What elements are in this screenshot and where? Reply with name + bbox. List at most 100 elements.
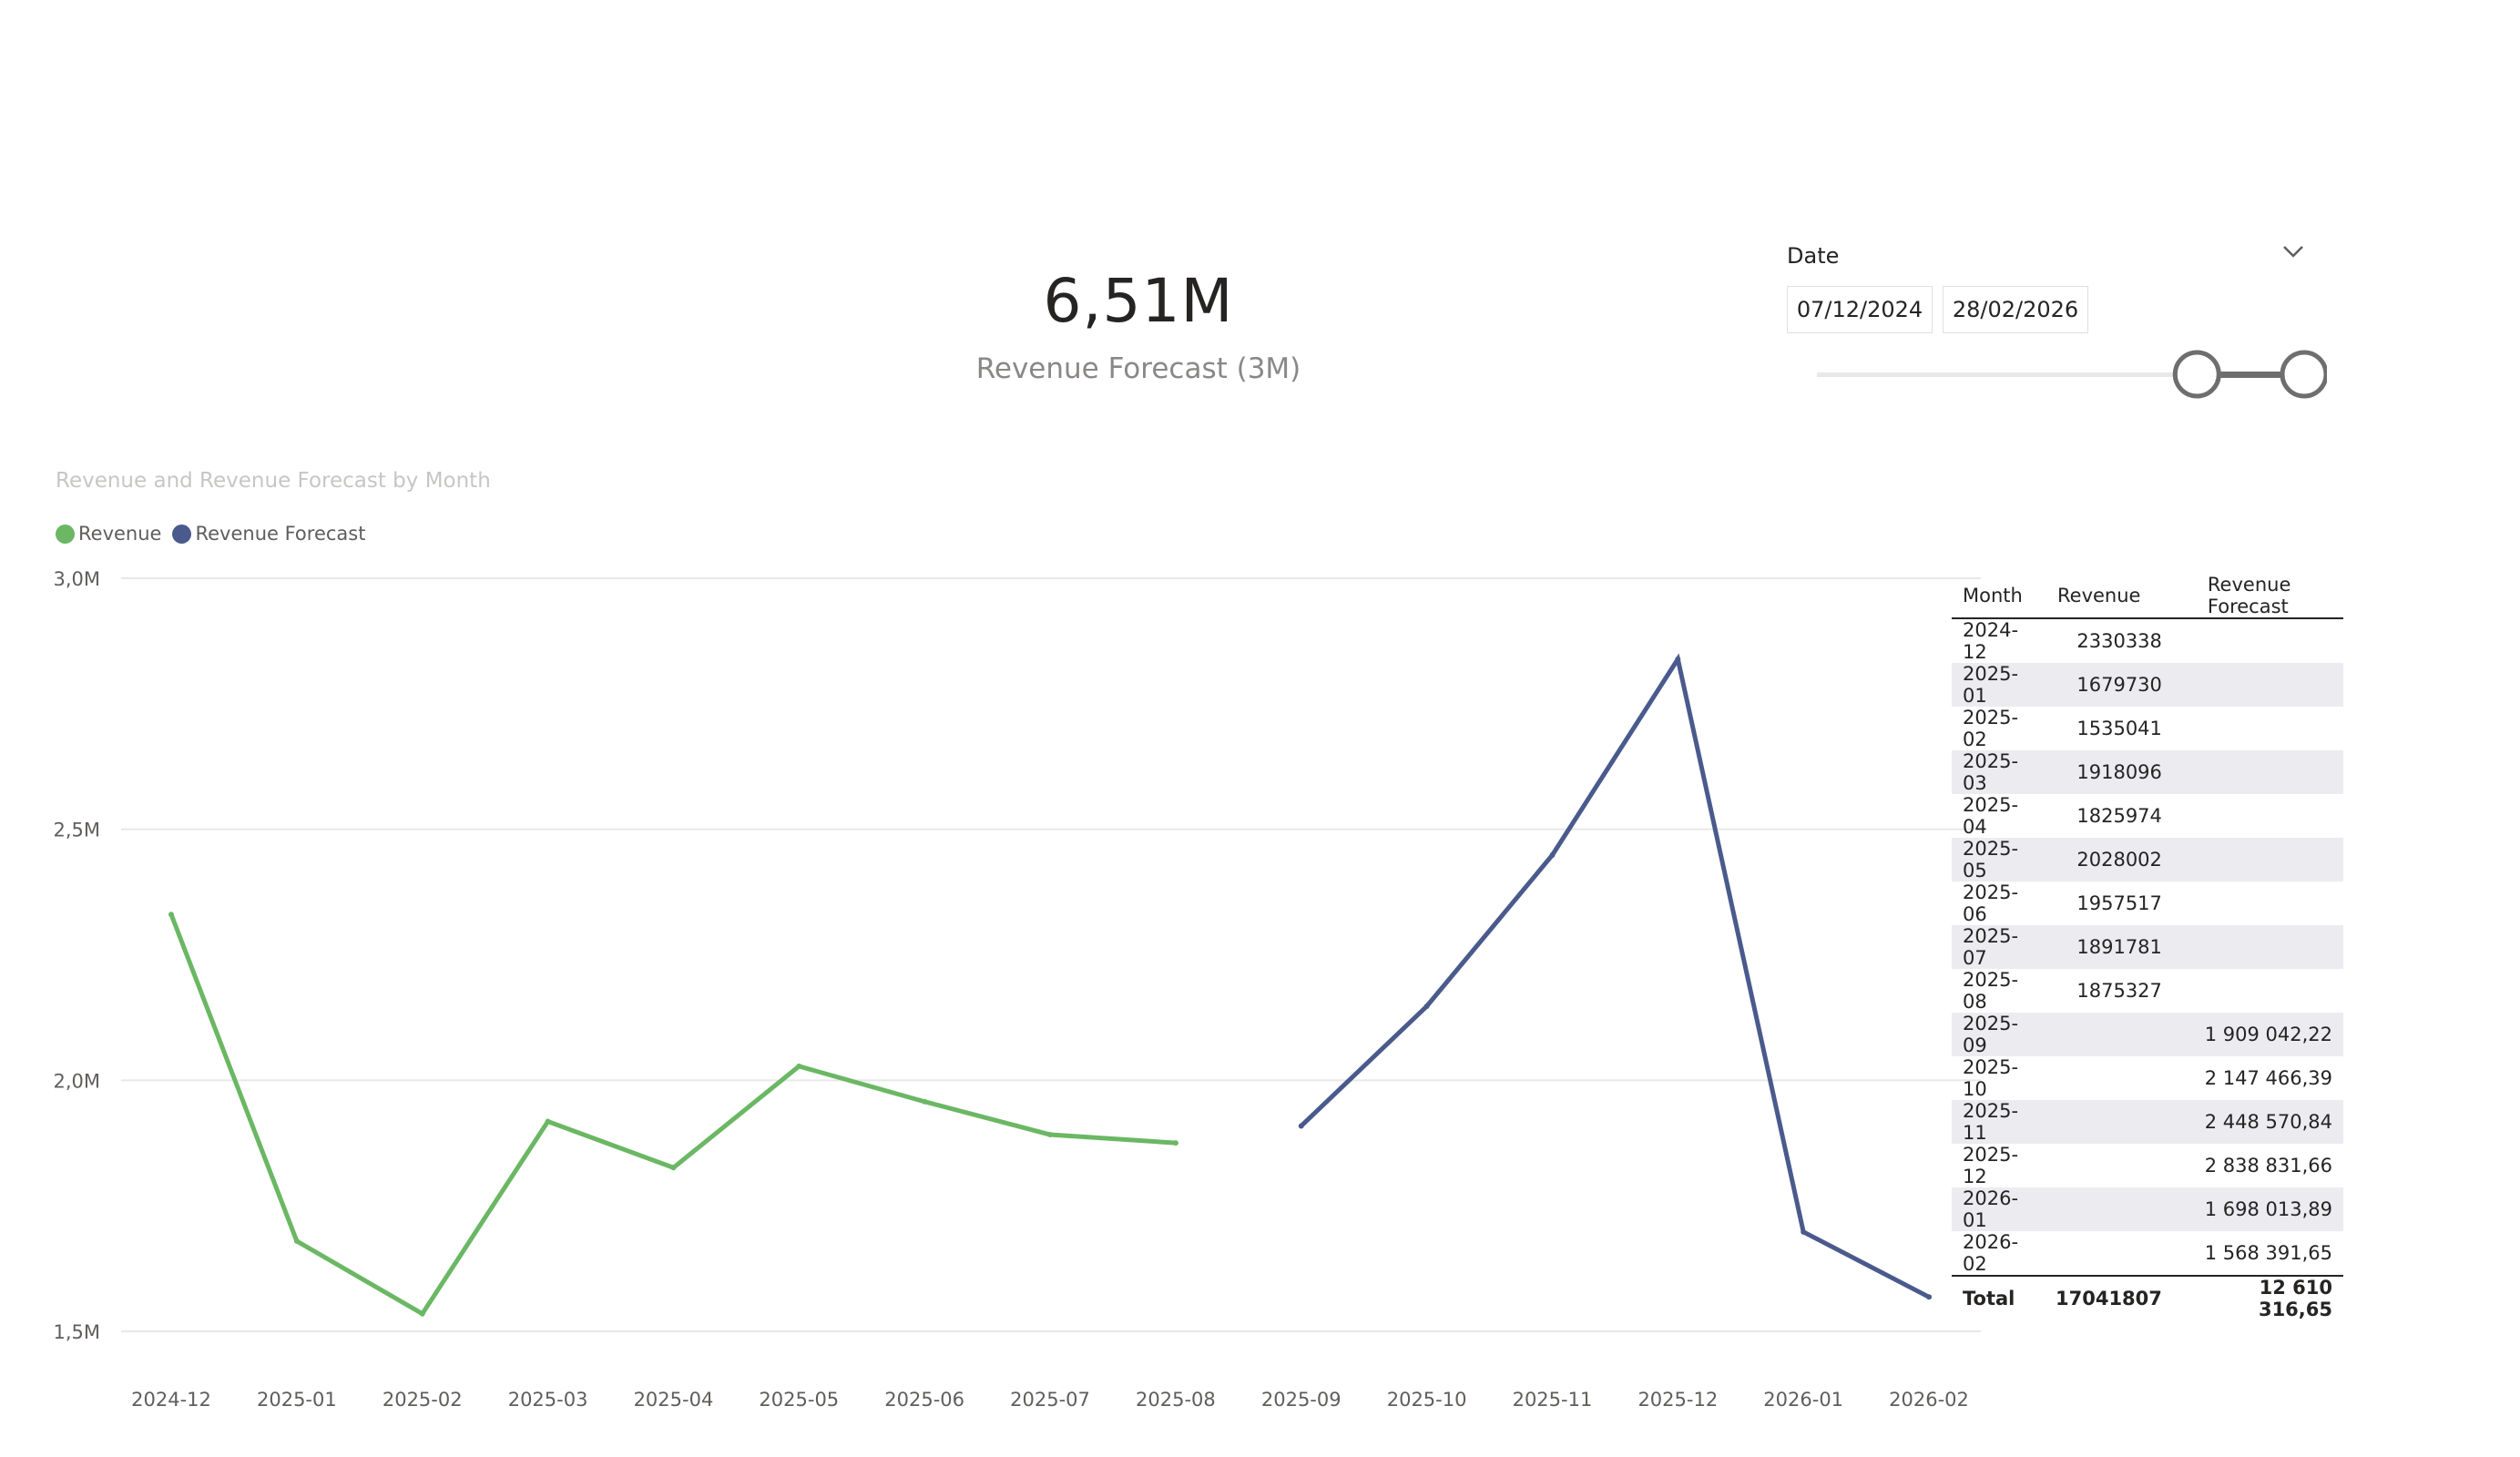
revenue-forecast-line[interactable] bbox=[1300, 653, 1931, 1299]
cell-revenue bbox=[2045, 1144, 2178, 1187]
data-point[interactable] bbox=[670, 1165, 677, 1171]
data-point[interactable] bbox=[1926, 1294, 1933, 1300]
table-row[interactable]: 2025-01 1679730 bbox=[1952, 663, 2343, 707]
cell-forecast: 1 568 391,65 bbox=[2204, 1242, 2332, 1264]
x-tick-label: 2025-06 bbox=[884, 1389, 964, 1411]
table-row[interactable]: 2025-09 1 909 042,22 bbox=[1952, 1013, 2343, 1056]
col-header-forecast[interactable]: Revenue Forecast bbox=[2178, 574, 2343, 619]
cell-forecast bbox=[2178, 618, 2343, 663]
data-point[interactable] bbox=[293, 1238, 300, 1244]
cell-revenue: 2330338 bbox=[2076, 630, 2162, 652]
table-body: 2024-12 2330338 2025-01 1679730 2025-02 15350… bbox=[1952, 618, 2343, 1276]
table-row[interactable]: 2025-11 2 448 570,84 bbox=[1952, 1100, 2343, 1144]
cell-revenue: 2028002 bbox=[2045, 838, 2178, 881]
table-row[interactable]: 2025-10 2 147 466,39 bbox=[1952, 1056, 2343, 1100]
y-tick-label: 3,0M bbox=[53, 568, 100, 590]
cell-revenue: 1825974 bbox=[2076, 805, 2162, 827]
cell-revenue: 1957517 bbox=[2076, 892, 2162, 914]
table-row[interactable]: 2025-12 2 838 831,66 bbox=[1952, 1144, 2343, 1187]
y-tick-label: 2,5M bbox=[53, 820, 100, 841]
cell-month: 2025-04 bbox=[1963, 794, 2019, 838]
cell-month: 2025-07 bbox=[1952, 925, 2045, 969]
table-row[interactable]: 2025-05 2028002 bbox=[1952, 838, 2343, 881]
cell-forecast bbox=[2178, 750, 2343, 794]
data-point[interactable] bbox=[1423, 1004, 1430, 1010]
col-header-month[interactable]: Month bbox=[1952, 574, 2045, 619]
x-tick-label: 2025-07 bbox=[1010, 1389, 1090, 1411]
data-point[interactable] bbox=[796, 1063, 802, 1069]
table-row[interactable]: 2025-04 1825974 bbox=[1952, 794, 2343, 838]
cell-revenue bbox=[2045, 1056, 2178, 1100]
data-point[interactable] bbox=[545, 1118, 551, 1125]
data-point[interactable] bbox=[922, 1098, 928, 1105]
total-label: Total bbox=[1952, 1275, 2045, 1320]
cell-month: 2026-01 bbox=[1952, 1187, 2045, 1231]
x-tick-label: 2025-04 bbox=[634, 1389, 714, 1411]
table-total-row: Total 17041807 12 610 316,65 bbox=[1952, 1275, 2343, 1320]
table-row[interactable]: 2026-02 1 568 391,65 bbox=[1952, 1231, 2343, 1276]
data-point[interactable] bbox=[1047, 1131, 1054, 1137]
x-tick-label: 2026-01 bbox=[1763, 1389, 1843, 1411]
cell-month: 2025-08 bbox=[1963, 969, 2019, 1013]
cell-forecast bbox=[2178, 707, 2343, 750]
cell-revenue: 1875327 bbox=[2076, 980, 2162, 1002]
cell-month: 2025-10 bbox=[1963, 1056, 2019, 1100]
x-tick-label: 2025-01 bbox=[257, 1389, 337, 1411]
cell-revenue bbox=[2045, 1013, 2178, 1056]
data-point[interactable] bbox=[419, 1310, 425, 1317]
cell-month: 2025-11 bbox=[1952, 1100, 2045, 1144]
table-row[interactable]: 2025-03 1918096 bbox=[1952, 750, 2343, 794]
table-row[interactable]: 2025-06 1957517 bbox=[1952, 881, 2343, 925]
data-point[interactable] bbox=[1801, 1228, 1807, 1235]
table-row[interactable]: 2025-07 1891781 bbox=[1952, 925, 2343, 969]
cell-month: 2025-03 bbox=[1952, 750, 2045, 794]
cell-month: 2025-01 bbox=[1952, 663, 2045, 707]
cell-revenue bbox=[2045, 1100, 2178, 1144]
table-row[interactable]: 2024-12 2330338 bbox=[1952, 618, 2343, 663]
cell-forecast bbox=[2178, 881, 2343, 925]
x-tick-label: 2026-02 bbox=[1889, 1389, 1969, 1411]
cell-month: 2025-09 bbox=[1952, 1013, 2045, 1056]
data-point[interactable] bbox=[1675, 656, 1681, 662]
cell-forecast: 2 147 466,39 bbox=[2204, 1067, 2332, 1089]
cell-forecast bbox=[2178, 969, 2343, 1013]
data-point[interactable] bbox=[1549, 852, 1556, 859]
table-row[interactable]: 2026-01 1 698 013,89 bbox=[1952, 1187, 2343, 1231]
cell-month: 2025-06 bbox=[1963, 881, 2019, 925]
cell-forecast: 2 448 570,84 bbox=[2178, 1100, 2343, 1144]
revenue-line[interactable] bbox=[168, 913, 1177, 1318]
data-point[interactable] bbox=[1298, 1123, 1304, 1129]
cell-month: 2025-02 bbox=[1963, 707, 2019, 750]
cell-month: 2025-12 bbox=[1963, 1144, 2019, 1187]
col-header-revenue[interactable]: Revenue bbox=[2045, 574, 2178, 619]
cell-revenue: 1918096 bbox=[2045, 750, 2178, 794]
x-tick-label: 2025-03 bbox=[508, 1389, 588, 1411]
x-tick-label: 2025-10 bbox=[1387, 1389, 1467, 1411]
data-point[interactable] bbox=[168, 912, 174, 918]
cell-revenue bbox=[2045, 1231, 2178, 1276]
x-tick-label: 2025-09 bbox=[1261, 1389, 1342, 1411]
cell-month: 2026-02 bbox=[1963, 1231, 2019, 1275]
table-header-row: Month Revenue Revenue Forecast bbox=[1952, 574, 2343, 619]
table-row[interactable]: 2025-08 1875327 bbox=[1952, 969, 2343, 1013]
cell-revenue: 1535041 bbox=[2076, 718, 2162, 739]
total-revenue: 17041807 bbox=[2045, 1275, 2178, 1320]
cell-revenue bbox=[2045, 1187, 2178, 1231]
y-tick-label: 2,0M bbox=[53, 1070, 100, 1092]
total-forecast: 12 610 316,65 bbox=[2178, 1275, 2343, 1320]
cell-forecast bbox=[2178, 925, 2343, 969]
cell-forecast bbox=[2178, 794, 2343, 838]
y-tick-label: 1,5M bbox=[53, 1321, 100, 1343]
x-tick-label: 2025-05 bbox=[759, 1389, 839, 1411]
cell-revenue: 1679730 bbox=[2045, 663, 2178, 707]
cell-month: 2025-05 bbox=[1952, 838, 2045, 881]
x-tick-label: 2025-12 bbox=[1637, 1389, 1718, 1411]
cell-revenue: 1891781 bbox=[2045, 925, 2178, 969]
cell-forecast: 1 698 013,89 bbox=[2178, 1187, 2343, 1231]
cell-forecast: 1 909 042,22 bbox=[2178, 1013, 2343, 1056]
table-row[interactable]: 2025-02 1535041 bbox=[1952, 707, 2343, 750]
revenue-table: Month Revenue Revenue Forecast 2024-12 23… bbox=[1952, 574, 2343, 1320]
cell-forecast bbox=[2178, 838, 2343, 881]
data-point[interactable] bbox=[1172, 1140, 1178, 1146]
x-tick-label: 2025-02 bbox=[383, 1389, 463, 1411]
